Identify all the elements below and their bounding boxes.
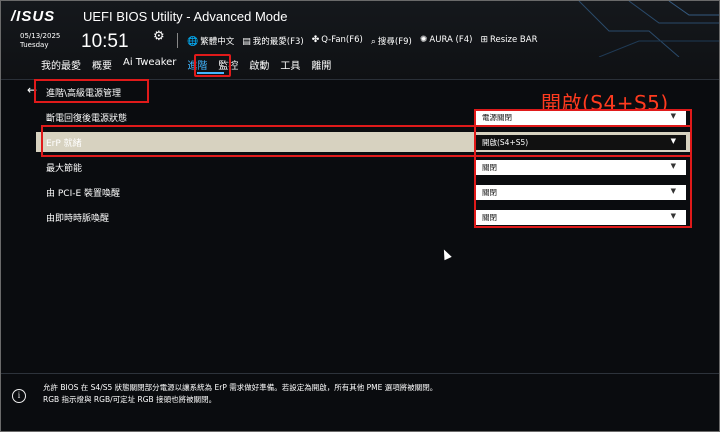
- advanced-tab-highlight-box: [194, 54, 231, 77]
- asus-logo: /ISUS: [11, 8, 56, 25]
- main-tabs: 我的最愛 概要 Ai Tweaker 進階 監控 啟動 工具 離開: [41, 57, 342, 72]
- search-icon: ⌕: [370, 37, 376, 47]
- gear-icon[interactable]: ⚙: [153, 29, 165, 44]
- tab-main[interactable]: 概要: [92, 57, 112, 72]
- tab-tool[interactable]: 工具: [280, 57, 300, 72]
- date: 05/13/2025: [20, 32, 61, 40]
- setting-label: 斷電回復後電源狀態: [46, 114, 128, 124]
- search-button[interactable]: ⌕ 搜尋(F9): [371, 35, 412, 47]
- bios-window: /ISUS UEFI BIOS Utility - Advanced Mode …: [0, 0, 720, 432]
- header-separator: [177, 33, 178, 48]
- aura-button[interactable]: ✺ AURA (F4): [420, 35, 473, 47]
- tab-ai-tweaker[interactable]: Ai Tweaker: [123, 57, 176, 72]
- mouse-cursor-icon: [440, 247, 452, 261]
- language-button[interactable]: 🌐 繁體中文: [187, 35, 234, 47]
- my-favorite-button[interactable]: ▤ 我的最愛(F3): [242, 35, 303, 47]
- resize-bar-icon: ⊞: [480, 35, 488, 45]
- window-title: UEFI BIOS Utility - Advanced Mode: [83, 9, 288, 24]
- setting-label: 最大節能: [46, 164, 83, 174]
- breadcrumb-highlight-box: [34, 79, 149, 103]
- resize-bar-button[interactable]: ⊞ Resize BAR: [480, 35, 537, 47]
- fan-icon: ✤: [311, 35, 320, 45]
- weekday: Tuesday: [20, 41, 49, 49]
- footer-divider: [1, 373, 719, 374]
- help-text: 允許 BIOS 在 S4/S5 狀態關閉部分電源以讓系統為 ErP 需求做好準備…: [43, 382, 437, 406]
- globe-icon: 🌐: [187, 37, 199, 47]
- time-display: 10:51: [81, 31, 129, 52]
- help-line-1: 允許 BIOS 在 S4/S5 狀態關閉部分電源以讓系統為 ErP 需求做好準備…: [43, 383, 438, 392]
- tab-my-favorites[interactable]: 我的最愛: [41, 57, 81, 72]
- date-display: 05/13/2025 Tuesday: [20, 32, 60, 50]
- info-icon: i: [12, 389, 26, 403]
- setting-label: 由即時時脈喚醒: [46, 214, 110, 224]
- setting-label: 由 PCI-E 裝置喚醒: [46, 189, 121, 199]
- top-bar: /ISUS UEFI BIOS Utility - Advanced Mode …: [1, 1, 719, 79]
- circuit-decoration: [578, 1, 719, 57]
- bookmark-icon: ▤: [242, 37, 251, 47]
- tab-exit[interactable]: 離開: [311, 57, 331, 72]
- tab-boot[interactable]: 啟動: [249, 57, 269, 72]
- aura-icon: ✺: [419, 35, 428, 45]
- qfan-button[interactable]: ✤ Q-Fan(F6): [312, 35, 363, 47]
- toolbar: 🌐 繁體中文 ▤ 我的最愛(F3) ✤ Q-Fan(F6) ⌕ 搜尋(F9) ✺ AURA…: [187, 35, 538, 47]
- dropdown-group-highlight-box: [474, 109, 692, 228]
- help-line-2: RGB 指示燈與 RGB/可定址 RGB 接頭也將被關閉。: [43, 395, 217, 404]
